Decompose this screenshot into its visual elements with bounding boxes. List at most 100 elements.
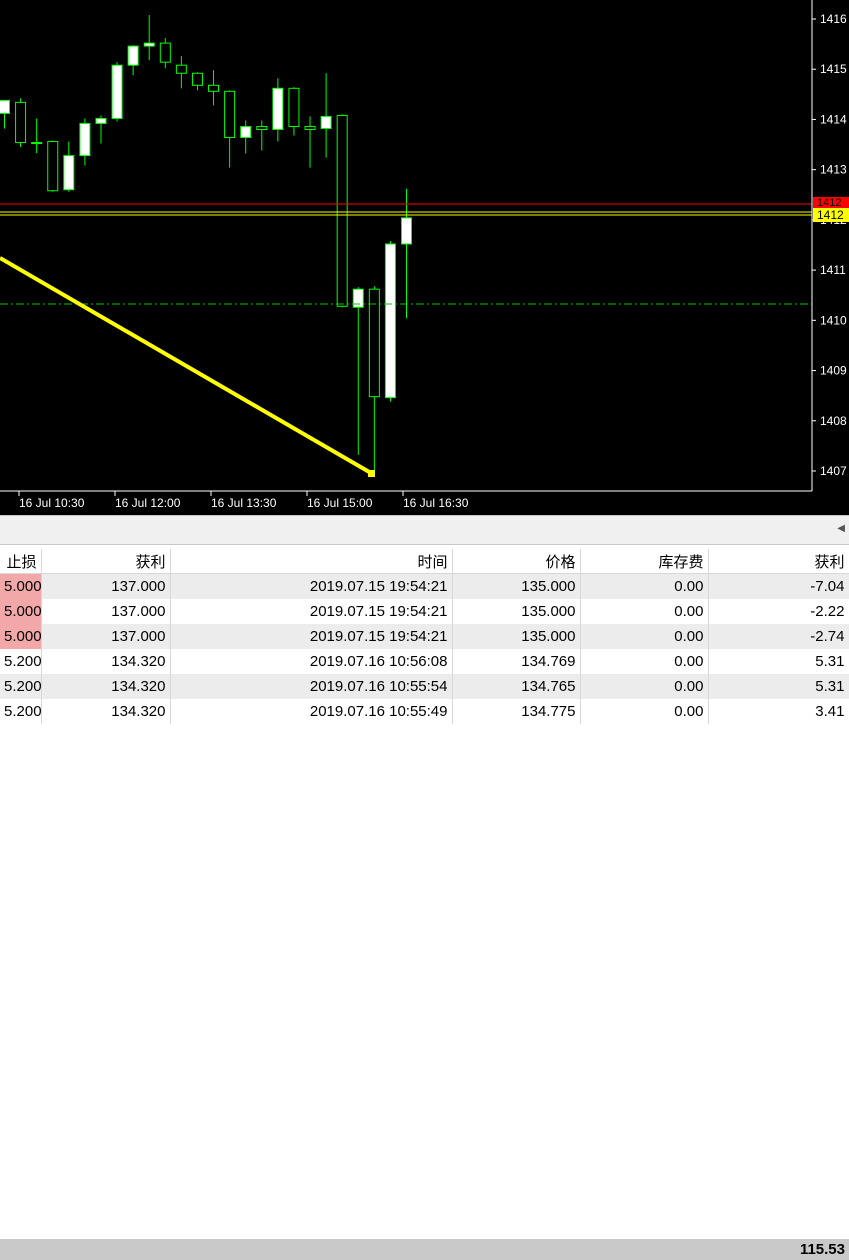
cell-swap: 0.00	[580, 674, 709, 699]
price-tick-label: 1409	[820, 364, 847, 378]
cell-price: 134.775	[452, 699, 581, 724]
cell-swap: 0.00	[580, 624, 709, 649]
cell-time: 2019.07.16 10:56:08	[170, 649, 453, 674]
cell-price: 135.000	[452, 599, 581, 624]
cell-stop-loss: 5.000	[0, 599, 42, 624]
candle-body	[352, 288, 364, 308]
terminal-header-bar: ◀	[0, 515, 849, 545]
cell-take-profit: 134.320	[41, 699, 171, 724]
cell-take-profit: 137.000	[41, 573, 171, 599]
cell-profit: 3.41	[708, 699, 849, 724]
scroll-left-arrow-icon[interactable]: ◀	[837, 523, 845, 534]
cell-swap: 0.00	[580, 599, 709, 624]
candle-body	[191, 72, 203, 86]
cell-stop-loss: 5.200	[0, 699, 42, 724]
cell-price: 135.000	[452, 573, 581, 599]
price-tick-label: 1411	[820, 263, 846, 277]
column-header-price[interactable]: 价格	[452, 549, 581, 574]
candle-body	[401, 217, 412, 245]
price-tick-label: 1410	[820, 313, 847, 327]
candle-body	[15, 101, 27, 144]
cell-profit: -7.04	[708, 573, 849, 599]
cell-take-profit: 137.000	[41, 624, 171, 649]
cell-take-profit: 134.320	[41, 649, 171, 674]
trend-line-anchor-handle[interactable]	[368, 470, 375, 477]
table-row[interactable]: 5.200 134.320 2019.07.16 10:56:08 134.76…	[0, 649, 849, 674]
candle-body	[159, 42, 171, 63]
price-tick-label: 1407	[820, 464, 847, 478]
cell-take-profit: 137.000	[41, 599, 171, 624]
candlestick-chart-canvas[interactable]: 1416 1415 1414 1413 1412 1411 1410 1409 1408 1407…	[0, 0, 849, 515]
cell-take-profit: 134.320	[41, 674, 171, 699]
candle-body	[336, 114, 348, 307]
price-tick-label: 1416	[820, 12, 847, 26]
terminal-panel: ◀ 止损 获利 时间 价格 库存费 获利 5.000 137.000 2019.…	[0, 515, 849, 1260]
time-tick-label: 16 Jul 10:30	[19, 496, 85, 510]
candle-body	[208, 84, 220, 92]
cell-time: 2019.07.15 19:54:21	[170, 599, 453, 624]
candle-body	[143, 42, 155, 47]
column-header-profit[interactable]: 获利	[708, 549, 849, 574]
candle-body	[224, 90, 236, 139]
table-row[interactable]: 5.000 137.000 2019.07.15 19:54:21 135.00…	[0, 599, 849, 624]
time-tick-label: 16 Jul 13:30	[211, 496, 277, 510]
total-profit-value: 115.53	[799, 1241, 845, 1258]
cell-time: 2019.07.15 19:54:21	[170, 624, 453, 649]
candle-body	[0, 99, 10, 114]
cell-profit: 5.31	[708, 674, 849, 699]
table-row[interactable]: 5.000 137.000 2019.07.15 19:54:21 135.00…	[0, 624, 849, 649]
cell-stop-loss: 5.200	[0, 674, 42, 699]
column-header-time[interactable]: 时间	[170, 549, 453, 574]
cell-time: 2019.07.16 10:55:49	[170, 699, 453, 724]
candle-body	[63, 155, 75, 191]
cell-stop-loss: 5.000	[0, 573, 42, 599]
candle-body	[31, 142, 43, 145]
orders-table: 止损 获利 时间 价格 库存费 获利 5.000 137.000 2019.07…	[0, 549, 849, 724]
cell-stop-loss: 5.000	[0, 624, 42, 649]
cell-profit: 5.31	[708, 649, 849, 674]
table-row[interactable]: 5.000 137.000 2019.07.15 19:54:21 135.00…	[0, 573, 849, 599]
cell-swap: 0.00	[580, 649, 709, 674]
candle-body	[272, 87, 284, 130]
cell-profit: -2.74	[708, 624, 849, 649]
cell-price: 134.769	[452, 649, 581, 674]
price-tick-label: 1408	[820, 414, 847, 428]
candle-body	[175, 64, 187, 74]
table-row[interactable]: 5.200 134.320 2019.07.16 10:55:54 134.76…	[0, 674, 849, 699]
candle-body	[127, 45, 139, 66]
cell-price: 135.000	[452, 624, 581, 649]
table-row[interactable]: 5.200 134.320 2019.07.16 10:55:49 134.77…	[0, 699, 849, 724]
candle-body	[368, 288, 380, 398]
cell-time: 2019.07.16 10:55:54	[170, 674, 453, 699]
cell-stop-loss: 5.200	[0, 649, 42, 674]
cell-swap: 0.00	[580, 573, 709, 599]
candle-body	[79, 122, 91, 157]
price-chart[interactable]: 1416 1415 1414 1413 1412 1411 1410 1409 1408 1407…	[0, 0, 849, 515]
candle-body	[384, 243, 396, 399]
time-tick-label: 16 Jul 15:00	[307, 496, 373, 510]
price-tick-label: 1415	[820, 62, 847, 76]
orders-table-header-row: 止损 获利 时间 价格 库存费 获利	[0, 549, 849, 574]
price-tick-label: 1414	[820, 112, 847, 126]
price-tick-label: 1413	[820, 163, 847, 177]
chart-background	[0, 0, 849, 515]
candle-body	[256, 125, 268, 130]
candle-body	[240, 125, 252, 139]
cell-time: 2019.07.15 19:54:21	[170, 573, 453, 599]
column-header-swap[interactable]: 库存费	[580, 549, 709, 574]
candle-body	[288, 87, 300, 127]
column-header-stop-loss[interactable]: 止损	[0, 549, 42, 574]
candle-body	[304, 125, 316, 130]
cell-profit: -2.22	[708, 599, 849, 624]
time-tick-label: 16 Jul 12:00	[115, 496, 181, 510]
candle-body	[111, 64, 123, 119]
total-bar: 115.53	[0, 1239, 849, 1260]
bid-price-label: 1412	[817, 208, 844, 222]
candle-body	[320, 115, 332, 129]
candle-body	[95, 117, 107, 124]
candle-body	[47, 141, 59, 192]
time-tick-label: 16 Jul 16:30	[403, 496, 469, 510]
cell-swap: 0.00	[580, 699, 709, 724]
cell-price: 134.765	[452, 674, 581, 699]
column-header-take-profit[interactable]: 获利	[41, 549, 171, 574]
